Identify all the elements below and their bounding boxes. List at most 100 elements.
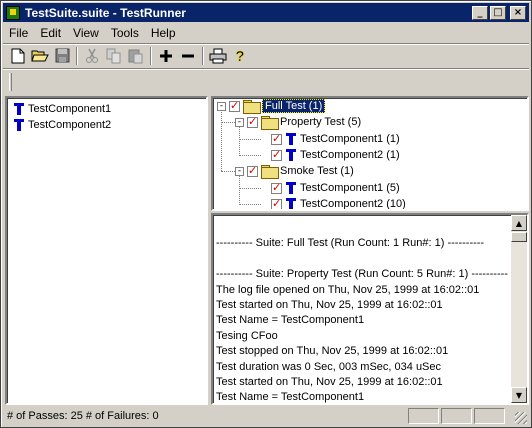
test-component-icon	[285, 148, 297, 162]
test-component-icon	[285, 197, 297, 209]
status-bar: # of Passes: 25 # of Failures: 0	[3, 406, 529, 426]
checkbox[interactable]	[271, 132, 282, 145]
log-text: ---------- Suite: Full Test (Run Count: …	[216, 221, 510, 404]
log-line: Test started on Thu, Nov 25, 1999 at 16:…	[216, 375, 443, 388]
maximize-button[interactable]: □	[490, 5, 506, 20]
copy-icon[interactable]	[103, 46, 125, 66]
log-output[interactable]: ---------- Suite: Full Test (Run Count: …	[211, 213, 529, 405]
test-component-icon	[13, 118, 25, 132]
toolbar-grip[interactable]	[9, 73, 12, 91]
app-window: TestSuite.suite - TestRunner _ □ × File …	[0, 0, 532, 428]
tree-node-property-test[interactable]: - Property Test (5)	[235, 114, 361, 130]
tree-node-component[interactable]: TestComponent1 (1)	[271, 131, 400, 147]
status-pane	[441, 408, 472, 424]
save-icon[interactable]	[51, 46, 73, 66]
component-label: TestComponent2	[28, 119, 112, 131]
collapse-icon[interactable]: -	[235, 117, 244, 127]
resize-grip[interactable]	[515, 412, 527, 424]
checkbox[interactable]	[247, 164, 258, 177]
menu-bar: File Edit View Tools Help	[3, 23, 529, 42]
folder-icon	[261, 165, 279, 179]
folder-icon	[243, 100, 261, 114]
window-title: TestSuite.suite - TestRunner	[25, 5, 186, 20]
tree-label: Full Test (1)	[262, 99, 326, 113]
log-line: Test started on Thu, Nov 25, 1999 at 16:…	[216, 298, 443, 311]
open-folder-icon[interactable]	[29, 46, 51, 66]
toolbar-separator	[76, 46, 78, 65]
checkbox[interactable]	[247, 115, 258, 128]
tree-connector	[221, 171, 235, 172]
print-icon[interactable]	[207, 46, 229, 66]
log-line: Test stopped on Thu, Nov 25, 1999 at 16:…	[216, 345, 449, 358]
status-text: # of Passes: 25 # of Failures: 0	[7, 410, 159, 422]
tree-connector	[239, 204, 261, 205]
paste-icon[interactable]	[125, 46, 147, 66]
checkbox[interactable]	[271, 181, 282, 194]
cut-icon[interactable]	[81, 46, 103, 66]
list-item[interactable]: TestComponent2	[13, 117, 206, 133]
folder-icon	[261, 116, 279, 130]
menu-tools[interactable]: Tools	[105, 26, 145, 40]
tree-connector	[239, 188, 261, 189]
log-line: Test Name = TestComponent1	[216, 391, 365, 404]
new-file-icon[interactable]	[7, 46, 29, 66]
tree-node-smoke-test[interactable]: - Smoke Test (1)	[235, 163, 354, 179]
tree-label: TestComponent2 (1)	[300, 149, 400, 161]
tree-label: TestComponent1 (5)	[300, 182, 400, 194]
title-bar[interactable]: TestSuite.suite - TestRunner _ □ ×	[3, 3, 529, 22]
tree-connector	[239, 155, 261, 156]
components-list: TestComponent1 TestComponent2	[5, 96, 208, 405]
toolbar: ?	[3, 43, 529, 67]
scroll-thumb[interactable]	[511, 232, 527, 242]
vertical-scrollbar[interactable]: ▲ ▼	[511, 215, 527, 403]
log-line: Tesing CFoo	[216, 329, 278, 342]
tree-node-component[interactable]: TestComponent2 (10)	[271, 196, 406, 210]
log-line: ---------- Suite: Full Test (Run Count: …	[216, 237, 485, 250]
svg-text:?: ?	[235, 48, 244, 64]
toolbar-separator	[150, 46, 152, 65]
secondary-toolbar	[3, 68, 529, 95]
tree-node-component[interactable]: TestComponent1 (5)	[271, 180, 400, 196]
tree-connector	[239, 139, 261, 140]
tree-label: TestComponent1 (1)	[300, 133, 400, 145]
close-button[interactable]: ×	[510, 5, 526, 20]
collapse-icon[interactable]: -	[217, 101, 226, 111]
status-pane	[474, 408, 505, 424]
component-label: TestComponent1	[28, 103, 112, 115]
checkbox[interactable]	[271, 197, 282, 209]
add-icon[interactable]	[155, 46, 177, 66]
tree-label: Smoke Test (1)	[280, 165, 354, 177]
tree-connector	[221, 122, 235, 123]
menu-view[interactable]: View	[67, 26, 105, 40]
log-line: The log file opened on Thu, Nov 25, 1999…	[216, 283, 480, 296]
menu-file[interactable]: File	[3, 26, 34, 40]
scroll-down-button[interactable]: ▼	[511, 387, 527, 403]
toolbar-separator	[202, 46, 204, 65]
tree-label: Property Test (5)	[280, 116, 362, 128]
menu-help[interactable]: Help	[145, 26, 182, 40]
remove-icon[interactable]	[177, 46, 199, 66]
checkbox[interactable]	[271, 148, 282, 161]
status-pane	[408, 408, 439, 424]
tree-node-full-test[interactable]: - Full Test (1)	[217, 98, 326, 114]
collapse-icon[interactable]: -	[235, 166, 244, 176]
tree-connector	[221, 109, 222, 171]
app-icon[interactable]	[6, 5, 20, 20]
tree-label: TestComponent2 (10)	[300, 198, 406, 210]
log-line: Test duration was 0 Sec, 003 mSec, 034 u…	[216, 360, 442, 373]
tree-node-component[interactable]: TestComponent2 (1)	[271, 147, 400, 163]
tree-connector	[239, 175, 240, 205]
scroll-up-button[interactable]: ▲	[511, 215, 527, 231]
checkbox[interactable]	[229, 99, 240, 112]
minimize-button[interactable]: _	[472, 5, 488, 20]
test-tree: - Full Test (1) - Property Test (5) Test…	[211, 96, 529, 211]
log-line: Test Name = TestComponent1	[216, 314, 365, 327]
log-line: ---------- Suite: Property Test (Run Cou…	[216, 268, 508, 281]
tree-connector	[239, 126, 240, 156]
help-icon[interactable]: ?	[229, 46, 251, 66]
test-component-icon	[285, 132, 297, 146]
menu-edit[interactable]: Edit	[34, 26, 67, 40]
list-item[interactable]: TestComponent1	[13, 101, 206, 117]
